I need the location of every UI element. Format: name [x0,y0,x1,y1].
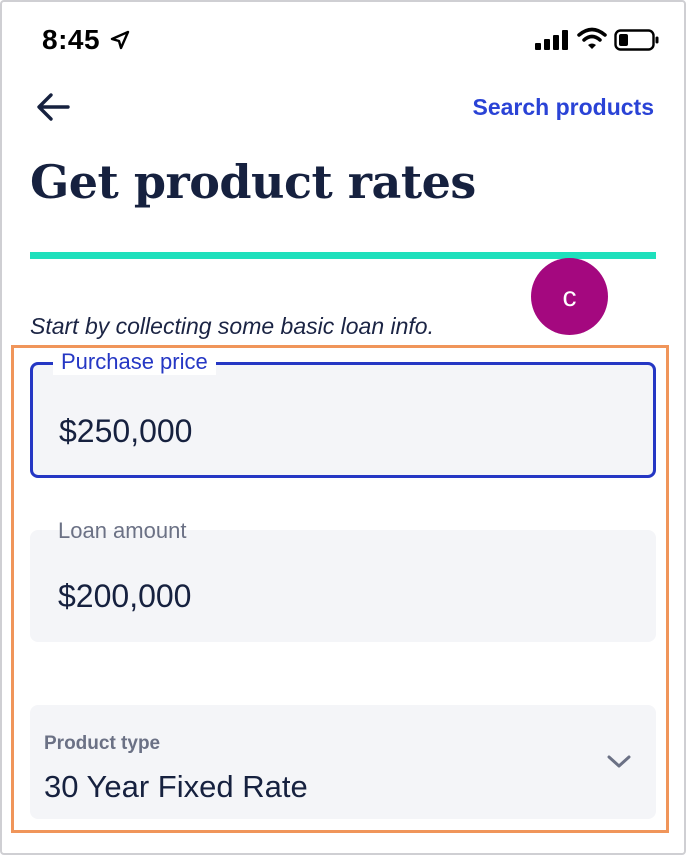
search-products-link[interactable]: Search products [473,94,655,121]
signal-icon [535,30,568,50]
purchase-price-field[interactable]: Purchase price $250,000 [30,349,656,478]
battery-icon [614,29,659,51]
loan-amount-field[interactable]: Loan amount $200,000 [30,518,656,642]
back-arrow-icon[interactable] [34,88,72,126]
purchase-price-value[interactable]: $250,000 [59,413,192,450]
page-title: Get product rates [30,155,476,209]
intro-text: Start by collecting some basic loan info… [30,313,434,339]
status-bar: 8:45 [0,0,686,80]
loan-amount-value[interactable]: $200,000 [58,578,191,615]
product-type-select[interactable]: Product type 30 Year Fixed Rate [30,705,656,819]
location-arrow-icon [110,30,130,50]
status-time: 8:45 [42,24,101,55]
chevron-down-icon[interactable] [606,753,632,771]
purchase-price-label: Purchase price [53,349,216,375]
step-badge: c [531,258,608,335]
wifi-icon [577,27,607,49]
product-type-label: Product type [44,733,161,754]
loan-amount-label: Loan amount [58,518,187,543]
product-type-value: 30 Year Fixed Rate [44,769,308,804]
